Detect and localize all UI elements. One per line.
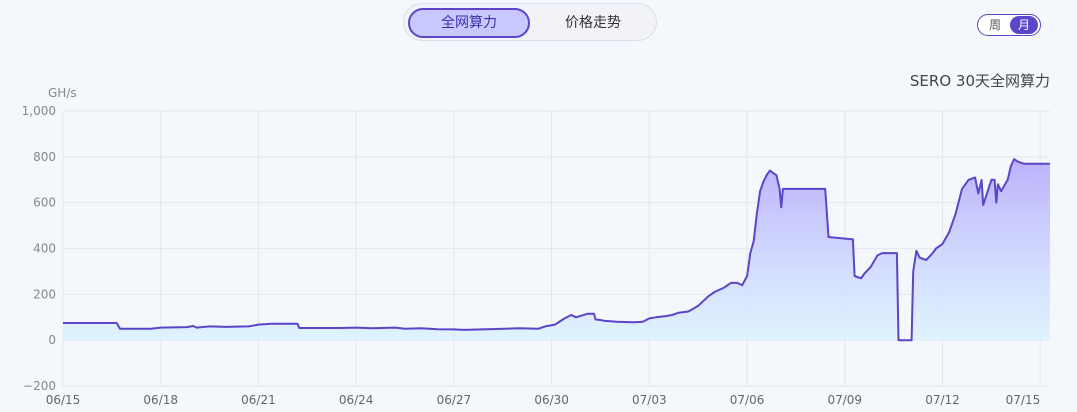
series-area — [63, 159, 1050, 341]
x-tick-label: 06/27 — [437, 393, 472, 407]
y-axis-label: GH/s — [48, 86, 77, 100]
y-tick-label: 400 — [33, 242, 56, 256]
y-tick-label: 0 — [48, 333, 56, 347]
x-tick-label: 06/21 — [241, 393, 276, 407]
x-tick-label: 07/03 — [632, 393, 667, 407]
x-tick-label: 06/30 — [534, 393, 569, 407]
y-tick-label: 1,000 — [22, 104, 56, 118]
x-tick-label: 07/15 — [1006, 393, 1041, 407]
x-tick-label: 07/06 — [730, 393, 765, 407]
series-line — [63, 158, 1050, 342]
y-tick-label: 800 — [33, 150, 56, 164]
hashrate-chart: GH/s 1,0008006004002000−200 06/15 06/18 06… — [22, 86, 1050, 407]
y-tick-label: −200 — [23, 379, 56, 393]
x-tick-labels: 06/15 06/18 06/21 06/24 06/27 06/30 07/03 07/06… — [46, 393, 1041, 407]
x-tick-label: 06/24 — [339, 393, 374, 407]
y-tick-label: 600 — [33, 196, 56, 210]
y-tick-label: 200 — [33, 287, 56, 301]
x-tick-label: 07/09 — [827, 393, 862, 407]
x-tick-label: 06/18 — [143, 393, 178, 407]
chart-grid — [62, 110, 1050, 387]
y-tick-labels: 1,000 800 600 400 200 0 −200 — [22, 104, 56, 393]
x-tick-label: 07/12 — [925, 393, 960, 407]
x-tick-label: 06/15 — [46, 393, 81, 407]
